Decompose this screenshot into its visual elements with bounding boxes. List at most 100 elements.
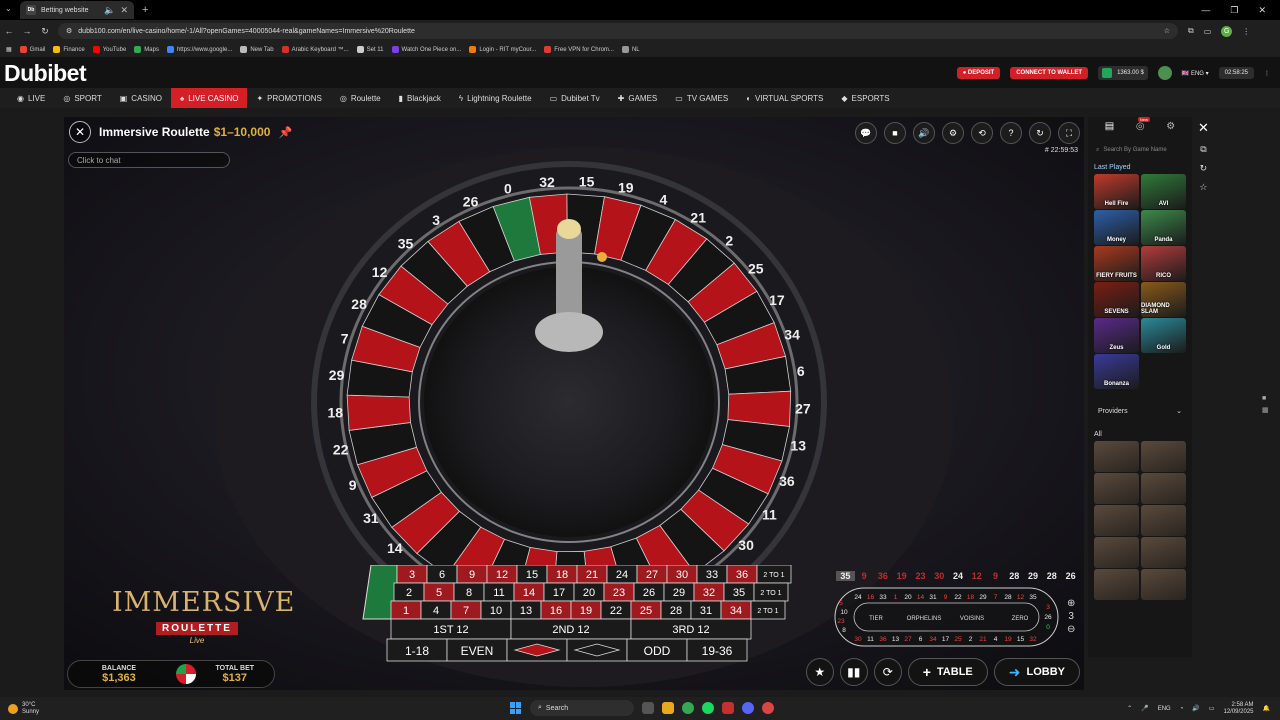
bookmark-item[interactable]: Finance bbox=[53, 46, 85, 53]
bookmark-item[interactable]: Watch One Piece on... bbox=[391, 46, 461, 53]
side-search-input[interactable]: Search By Game Name bbox=[1103, 147, 1166, 153]
racetrack-number[interactable]: 11 bbox=[867, 636, 874, 643]
bookmark-item[interactable]: Free VPN for Chrom... bbox=[544, 46, 614, 53]
neighbour-plus-icon[interactable]: ⊕ bbox=[1067, 598, 1075, 609]
game-thumbnail[interactable]: Bonanza bbox=[1094, 354, 1139, 389]
racetrack-section[interactable]: ORPHELINS bbox=[907, 616, 942, 622]
deposit-button[interactable]: ● DEPOSIT bbox=[956, 67, 1001, 79]
edge-grid-icon[interactable]: ▦ bbox=[1262, 406, 1269, 414]
racetrack-number[interactable]: 24 bbox=[854, 594, 862, 601]
racetrack-number[interactable]: 26 bbox=[1044, 614, 1052, 621]
live-game-thumbnail[interactable] bbox=[1141, 537, 1186, 568]
nav-dubibet-tv[interactable]: ▭ Dubibet Tv bbox=[541, 88, 609, 108]
racetrack-number[interactable]: 32 bbox=[1029, 636, 1037, 643]
betting-table[interactable]: 3 6 9 12 15 18 21 24 27 30 33 36 2 TO 12 5 8 11 14 17 20 23… bbox=[359, 565, 804, 665]
bookmark-item[interactable]: NL bbox=[621, 46, 640, 53]
live-game-thumbnail[interactable] bbox=[1094, 569, 1139, 600]
edge-square-icon[interactable]: ■ bbox=[1262, 395, 1269, 402]
language-select[interactable]: 🇬🇧 ENG ▾ bbox=[1182, 70, 1209, 77]
new-tab-button[interactable]: + bbox=[142, 4, 148, 16]
browser-tab[interactable]: Db Betting website 🔈 ✕ bbox=[20, 1, 134, 19]
bookmark-item[interactable]: Set 11 bbox=[356, 46, 384, 53]
reload-icon[interactable]: ↻ bbox=[36, 26, 54, 37]
racetrack-section[interactable]: VOISINS bbox=[960, 616, 984, 622]
neighbour-minus-icon[interactable]: ⊖ bbox=[1067, 624, 1075, 635]
history-icon[interactable]: ⟲ bbox=[971, 122, 993, 144]
tab-rocket-icon[interactable]: ⚙ bbox=[1166, 121, 1175, 132]
nav-esports[interactable]: ◆ ESPORTS bbox=[832, 88, 898, 108]
pin-icon[interactable]: 📌 bbox=[278, 126, 292, 139]
racetrack-number[interactable]: 25 bbox=[954, 636, 962, 643]
user-avatar[interactable] bbox=[1157, 66, 1172, 80]
profile-avatar[interactable]: G bbox=[1221, 25, 1233, 37]
game-thumbnail[interactable]: Hell Fire bbox=[1094, 174, 1139, 209]
tab-search-icon[interactable]: ⌄ bbox=[5, 4, 12, 13]
racetrack-number[interactable]: 14 bbox=[917, 594, 925, 601]
tray-chevron-icon[interactable]: ⌃ bbox=[1127, 705, 1132, 712]
nav-promotions[interactable]: ✦ PROMOTIONS bbox=[247, 88, 330, 108]
racetrack-number[interactable]: 15 bbox=[1017, 636, 1025, 643]
game-thumbnail[interactable]: RICO bbox=[1141, 246, 1186, 281]
site-info-icon[interactable]: ⚙ bbox=[66, 27, 72, 35]
game-thumbnail[interactable]: Gold bbox=[1141, 318, 1186, 353]
nav-blackjack[interactable]: ▮ Blackjack bbox=[390, 88, 450, 108]
bookmark-star-icon[interactable]: ☆ bbox=[1164, 27, 1170, 35]
repeat-bet-icon[interactable]: ⟳ bbox=[873, 658, 902, 686]
back-icon[interactable]: ← bbox=[0, 26, 18, 36]
nav-lightning-roulette[interactable]: ϟ Lightning Roulette bbox=[450, 88, 541, 108]
windows-start-icon[interactable] bbox=[510, 702, 522, 714]
spotify-icon[interactable] bbox=[702, 702, 714, 714]
app-icon[interactable] bbox=[722, 702, 734, 714]
chat-icon[interactable]: 💬 bbox=[855, 122, 877, 144]
close-panel-icon[interactable]: ✕ bbox=[1198, 120, 1209, 136]
racetrack-section[interactable]: ZERO bbox=[1012, 616, 1029, 622]
racetrack-number[interactable]: 23 bbox=[837, 618, 845, 625]
file-explorer-icon[interactable] bbox=[642, 702, 654, 714]
nav-games[interactable]: ✚ GAMES bbox=[609, 88, 667, 108]
game-thumbnail[interactable]: DIAMOND SLAM bbox=[1141, 282, 1186, 317]
bookmark-item[interactable]: Login - RIT myCour... bbox=[469, 46, 536, 53]
game-thumbnail[interactable]: Money bbox=[1094, 210, 1139, 245]
battery-icon[interactable]: ▭ bbox=[1209, 705, 1215, 712]
browser-menu-icon[interactable]: ⋮ bbox=[1242, 27, 1250, 36]
bookmark-item[interactable]: Maps bbox=[134, 46, 159, 53]
popout-icon[interactable]: ⧉ bbox=[1200, 144, 1206, 155]
racetrack-number[interactable]: 19 bbox=[1004, 636, 1012, 643]
bookmark-item[interactable]: https://www.google... bbox=[166, 46, 232, 53]
wifi-icon[interactable]: ◔ bbox=[1180, 706, 1184, 712]
forward-icon[interactable]: → bbox=[18, 26, 36, 36]
chrome-icon[interactable] bbox=[682, 702, 694, 714]
tray-clock[interactable]: 2:58 AM 12/09/2025 bbox=[1223, 702, 1253, 716]
refresh-icon[interactable]: ↻ bbox=[1029, 122, 1051, 144]
nav-roulette[interactable]: ◎ Roulette bbox=[331, 88, 390, 108]
racetrack-number[interactable]: 3 bbox=[1046, 604, 1050, 611]
favourites-star-icon[interactable]: ★ bbox=[805, 658, 834, 686]
game-thumbnail[interactable]: SEVENS bbox=[1094, 282, 1139, 317]
racetrack-number[interactable]: 27 bbox=[904, 636, 912, 643]
bookmark-item[interactable]: Arabic Keyboard ™... bbox=[281, 46, 349, 53]
racetrack-number[interactable]: 29 bbox=[979, 594, 987, 601]
site-menu-icon[interactable]: ⋮ bbox=[1264, 70, 1270, 77]
wallet-balance[interactable]: 1363.00 $ bbox=[1098, 66, 1148, 80]
tray-mic-icon[interactable]: 🎤 bbox=[1141, 705, 1148, 712]
live-game-thumbnail[interactable] bbox=[1141, 505, 1186, 536]
bookmark-item[interactable]: New Tab bbox=[240, 46, 274, 53]
game-thumbnail[interactable]: FIERY FRUITS bbox=[1094, 246, 1139, 281]
sound-icon[interactable]: 🔊 bbox=[913, 122, 935, 144]
reload-panel-icon[interactable]: ↻ bbox=[1200, 163, 1208, 174]
maximize-icon[interactable]: ❐ bbox=[1230, 5, 1238, 16]
racetrack-number[interactable]: 17 bbox=[942, 636, 950, 643]
chrome-alt-icon[interactable] bbox=[762, 702, 774, 714]
table-button[interactable]: + TABLE bbox=[907, 658, 988, 686]
nav-tv-games[interactable]: ▭ TV GAMES bbox=[666, 88, 737, 108]
racetrack-number[interactable]: 36 bbox=[879, 636, 887, 643]
url-field[interactable]: ⚙ dubb100.com/en/live-casino/home/-1/All… bbox=[58, 23, 1178, 39]
minimize-icon[interactable]: — bbox=[1201, 5, 1210, 16]
notification-icon[interactable]: 🔔 bbox=[1263, 705, 1270, 712]
volume-icon[interactable]: 🔊 bbox=[1192, 705, 1199, 712]
tab-audio-icon[interactable]: 🔈 bbox=[104, 5, 115, 16]
help-icon[interactable]: ? bbox=[1000, 122, 1022, 144]
tab-close-icon[interactable]: ✕ bbox=[120, 5, 128, 16]
nav-live[interactable]: ◉ LIVE bbox=[8, 88, 54, 108]
racetrack-number[interactable]: 13 bbox=[892, 636, 900, 643]
